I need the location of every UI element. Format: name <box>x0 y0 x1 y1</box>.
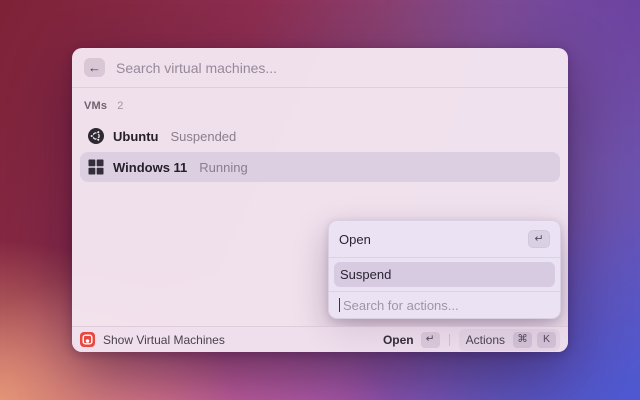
vm-list: VMs 2 Ubuntu Suspended <box>72 88 568 182</box>
action-label: Open <box>339 232 371 247</box>
action-item-wrap: Suspend <box>329 258 560 291</box>
actions-menu-button[interactable]: Actions ⌘ K <box>459 329 560 351</box>
command-key-icon: ⌘ <box>513 332 532 348</box>
parallels-app-icon <box>80 332 95 347</box>
windows-logo-icon <box>88 159 104 175</box>
return-key-icon: ↵ <box>528 230 550 248</box>
ubuntu-logo-icon <box>88 128 104 144</box>
actions-popup: Open ↵ Suspend Search for actions... <box>328 220 561 319</box>
footer-divider <box>449 334 450 346</box>
return-key-icon: ↵ <box>421 332 440 348</box>
search-bar: ← <box>72 48 568 88</box>
footer-actions-area: Open ↵ Actions ⌘ K <box>383 329 560 351</box>
section-count: 2 <box>117 100 123 112</box>
back-arrow-icon: ← <box>88 61 101 74</box>
action-search-input[interactable]: Search for actions... <box>329 292 560 318</box>
action-search-placeholder: Search for actions... <box>343 298 459 313</box>
vm-status: Running <box>199 160 247 175</box>
primary-action-button[interactable]: Open <box>383 333 414 347</box>
text-caret <box>339 298 340 312</box>
actions-menu-label: Actions <box>463 333 508 347</box>
vm-name: Ubuntu <box>113 129 158 144</box>
footer-source: Show Virtual Machines <box>80 332 225 347</box>
action-item-open[interactable]: Open ↵ <box>329 221 560 257</box>
action-item-suspend[interactable]: Suspend <box>334 262 555 287</box>
footer-bar: Show Virtual Machines Open ↵ Actions ⌘ K <box>72 326 568 352</box>
back-button[interactable]: ← <box>84 58 105 77</box>
action-label: Suspend <box>340 267 391 282</box>
footer-source-label: Show Virtual Machines <box>103 333 225 347</box>
desktop-wallpaper: ← VMs 2 Ubuntu Suspended <box>0 0 640 400</box>
vm-status: Suspended <box>170 129 236 144</box>
section-label: VMs <box>84 100 107 112</box>
list-item-windows-11[interactable]: Windows 11 Running <box>80 152 560 182</box>
command-palette-window: ← VMs 2 Ubuntu Suspended <box>72 48 568 352</box>
vm-name: Windows 11 <box>113 160 187 175</box>
k-key-icon: K <box>537 332 556 348</box>
section-header: VMs 2 <box>80 95 560 121</box>
search-input[interactable] <box>116 60 556 76</box>
list-item-ubuntu[interactable]: Ubuntu Suspended <box>80 121 560 151</box>
